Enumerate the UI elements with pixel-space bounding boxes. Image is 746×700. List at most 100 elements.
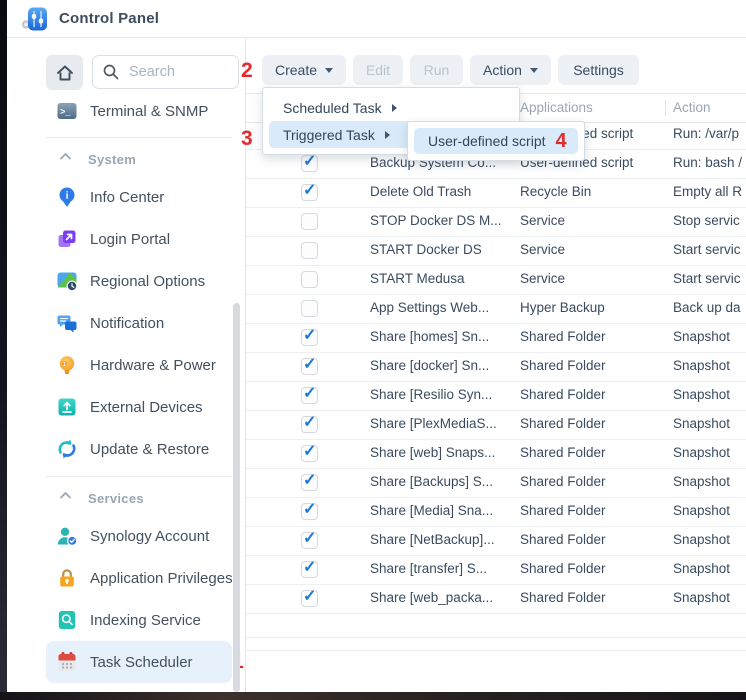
annotation-4: 4 <box>556 131 567 151</box>
menu-item-label: Triggered Task <box>283 127 375 143</box>
settings-button[interactable]: Settings <box>558 55 639 85</box>
column-divider <box>665 100 666 116</box>
annotation-3: 3 <box>241 128 253 149</box>
sidebar-item-external-devices[interactable]: External Devices <box>46 386 232 428</box>
action-cell: Snapshot <box>673 590 730 605</box>
row-checkbox[interactable]: ✓ <box>301 445 318 462</box>
applications-cell: Shared Folder <box>520 503 606 518</box>
table-row[interactable]: START MedusaServiceStart servic <box>246 266 746 295</box>
home-button[interactable] <box>46 55 83 90</box>
table-row[interactable]: ✓Delete Old TrashRecycle BinEmpty all R <box>246 179 746 208</box>
row-checkbox[interactable]: ✓ <box>301 329 318 346</box>
row-checkbox[interactable] <box>301 242 318 259</box>
table-row[interactable]: ✓Share [web] Snaps...Shared FolderSnapsh… <box>246 440 746 469</box>
table-row[interactable]: App Settings Web...Hyper BackupBack up d… <box>246 295 746 324</box>
sidebar-scrollbar[interactable] <box>233 303 240 692</box>
synology-account-icon <box>56 525 78 547</box>
table-row[interactable]: ✓Share [Media] Sna...Shared FolderSnapsh… <box>246 498 746 527</box>
search-input[interactable] <box>92 55 239 89</box>
sidebar-item-update-restore[interactable]: Update & Restore <box>46 428 232 470</box>
svg-text:1: 1 <box>63 362 66 368</box>
row-checkbox[interactable]: ✓ <box>301 561 318 578</box>
run-button[interactable]: Run <box>410 55 463 85</box>
action-cell: Back up da <box>673 300 741 315</box>
sidebar-section-system[interactable]: System <box>46 145 232 173</box>
update-restore-icon <box>56 438 78 460</box>
create-button[interactable]: Create <box>262 55 346 85</box>
row-checkbox[interactable] <box>301 300 318 317</box>
sidebar-item-label: Update & Restore <box>90 441 209 458</box>
table-row[interactable]: ✓Share [transfer] S...Shared FolderSnaps… <box>246 556 746 585</box>
row-checkbox[interactable]: ✓ <box>301 184 318 201</box>
button-label: Create <box>275 62 317 78</box>
task-name-cell: START Medusa <box>370 271 465 286</box>
column-header-applications[interactable]: Applications <box>520 100 593 115</box>
task-name-cell: STOP Docker DS M... <box>370 213 502 228</box>
row-checkbox[interactable]: ✓ <box>301 590 318 607</box>
svg-text:i: i <box>66 191 69 202</box>
row-checkbox[interactable] <box>301 271 318 288</box>
desktop-edge-left <box>0 0 7 700</box>
sidebar-item-regional-options[interactable]: Regional Options <box>46 260 232 302</box>
row-checkbox[interactable]: ✓ <box>301 155 318 172</box>
sidebar-item-terminal-snmp[interactable]: >_Terminal & SNMP <box>46 90 232 132</box>
desktop-edge-bottom <box>0 692 746 700</box>
action-cell: Snapshot <box>673 387 730 402</box>
sidebar-item-label: Synology Account <box>90 528 209 545</box>
row-checkbox[interactable]: ✓ <box>301 474 318 491</box>
row-checkbox[interactable]: ✓ <box>301 358 318 375</box>
action-cell: Snapshot <box>673 474 730 489</box>
row-checkbox[interactable]: ✓ <box>301 532 318 549</box>
table-row[interactable]: STOP Docker DS M...ServiceStop servic <box>246 208 746 237</box>
hardware-power-icon: 1 <box>56 354 78 376</box>
sidebar-section-label: Services <box>88 491 144 506</box>
menu-item-scheduled-task[interactable]: Scheduled Task <box>269 94 513 121</box>
sidebar-item-task-scheduler[interactable]: Task Scheduler1 <box>46 641 232 683</box>
sidebar-item-login-portal[interactable]: Login Portal <box>46 218 232 260</box>
sidebar-divider <box>46 476 232 477</box>
sidebar-item-indexing-service[interactable]: Indexing Service <box>46 599 232 641</box>
table-row[interactable]: ✓Share [Resilio Syn...Shared FolderSnaps… <box>246 382 746 411</box>
column-header-action[interactable]: Action <box>673 100 711 115</box>
table-row[interactable]: ✓Share [web_packa...Shared FolderSnapsho… <box>246 585 746 614</box>
sidebar-item-label: Login Portal <box>90 231 170 248</box>
sidebar-item-hardware-power[interactable]: 1Hardware & Power <box>46 344 232 386</box>
action-cell: Snapshot <box>673 416 730 431</box>
row-checkbox[interactable]: ✓ <box>301 503 318 520</box>
row-checkbox[interactable]: ✓ <box>301 387 318 404</box>
check-icon: ✓ <box>303 441 316 461</box>
table-row[interactable]: ✓Share [NetBackup]...Shared FolderSnapsh… <box>246 527 746 556</box>
sidebar-item-notification[interactable]: Notification <box>46 302 232 344</box>
sidebar-item-application-privileges[interactable]: Application Privileges <box>46 557 232 599</box>
table-row[interactable]: START Docker DSServiceStart servic <box>246 237 746 266</box>
row-checkbox[interactable]: ✓ <box>301 416 318 433</box>
action-cell: Run: bash / <box>673 155 742 170</box>
check-icon: ✓ <box>303 354 316 374</box>
sidebar-section-label: System <box>88 152 136 167</box>
sidebar-item-label: Indexing Service <box>90 612 201 629</box>
table-row[interactable]: ✓Share [Backups] S...Shared FolderSnapsh… <box>246 469 746 498</box>
sidebar-item-synology-account[interactable]: Synology Account <box>46 515 232 557</box>
edit-button[interactable]: Edit <box>353 55 403 85</box>
table-empty-row-divider <box>246 637 746 638</box>
task-name-cell: App Settings Web... <box>370 300 489 315</box>
applications-cell: Shared Folder <box>520 329 606 344</box>
action-button[interactable]: Action <box>470 55 551 85</box>
caret-down-icon <box>325 68 333 73</box>
table-row[interactable]: ✓Share [PlexMediaS...Shared FolderSnapsh… <box>246 411 746 440</box>
check-icon: ✓ <box>303 325 316 345</box>
sidebar-section-services[interactable]: Services <box>46 484 232 512</box>
notification-icon <box>56 312 78 334</box>
applications-cell: Shared Folder <box>520 474 606 489</box>
sidebar-item-label: Application Privileges <box>90 570 233 587</box>
submenu-arrow-icon <box>385 131 390 139</box>
table-row[interactable]: ✓Share [docker] Sn...Shared FolderSnapsh… <box>246 353 746 382</box>
table-row[interactable]: ✓Share [homes] Sn...Shared FolderSnapsho… <box>246 324 746 353</box>
sidebar: >_Terminal & SNMP System iInfo Center Login… <box>7 38 246 692</box>
row-checkbox[interactable] <box>301 213 318 230</box>
menu-item-user-defined-script[interactable]: User-defined script4 <box>414 128 578 154</box>
sidebar-item-info-center[interactable]: iInfo Center <box>46 176 232 218</box>
triggered-task-submenu: User-defined script4 <box>407 121 585 161</box>
action-cell: Snapshot <box>673 561 730 576</box>
window-header: Control Panel <box>7 0 746 38</box>
